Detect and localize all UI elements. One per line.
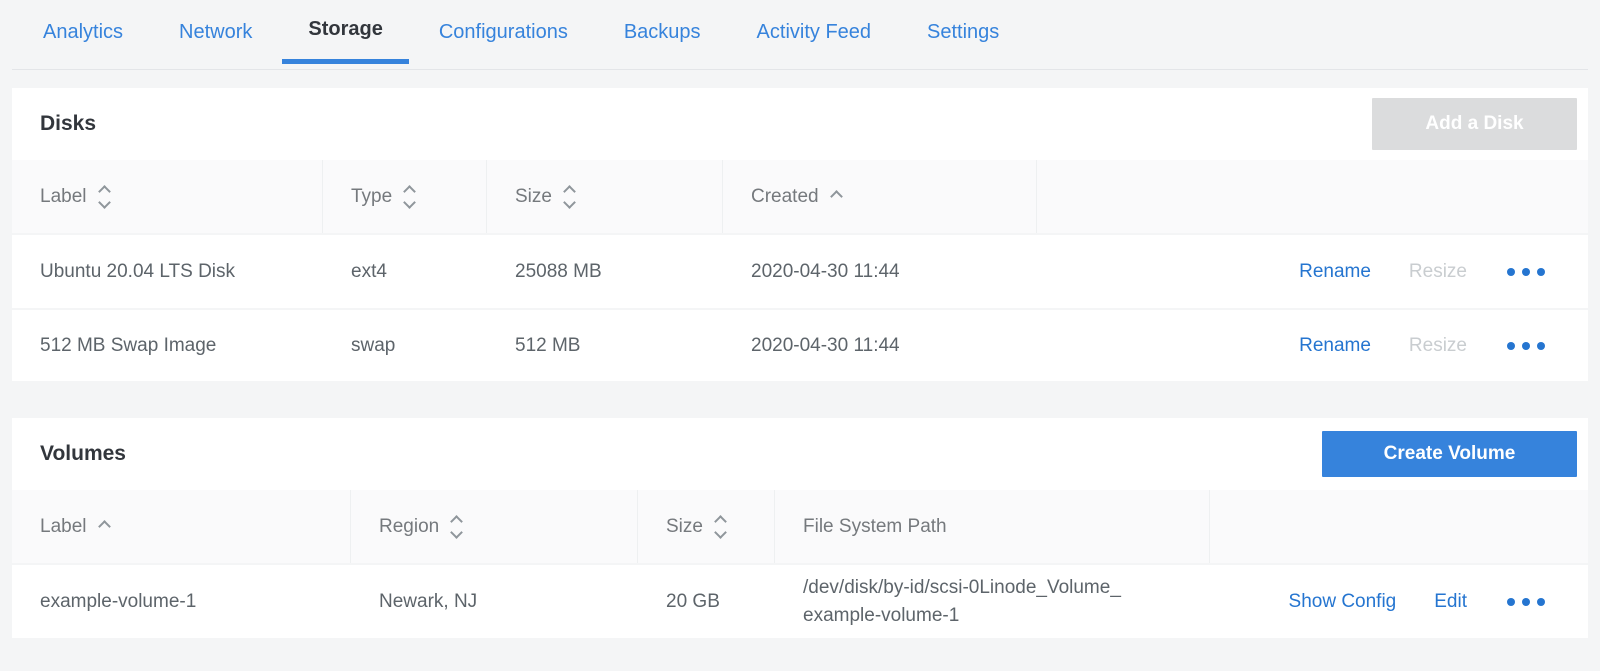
volume-region-cell: Newark, NJ — [351, 591, 638, 613]
disk-label-cell: 512 MB Swap Image — [12, 335, 323, 357]
volumes-column-region[interactable]: Region — [351, 490, 638, 563]
disks-column-actions — [1037, 160, 1588, 233]
chevron-up-icon — [100, 522, 109, 531]
resize-link[interactable]: Resize — [1409, 335, 1467, 357]
tab-storage[interactable]: Storage — [282, 0, 408, 64]
disk-actions-cell: Rename Resize — [1037, 335, 1588, 357]
volumes-table-header: Label Region Size File System Path — [12, 490, 1588, 565]
tab-configurations[interactable]: Configurations — [413, 0, 594, 64]
create-volume-button[interactable]: Create Volume — [1322, 431, 1577, 477]
column-label-text: Region — [379, 516, 439, 538]
disks-column-label[interactable]: Label — [12, 160, 323, 233]
volume-actions-cell: Show Config Edit — [1210, 591, 1588, 613]
disk-type-cell: swap — [323, 335, 487, 357]
column-label-text: Created — [751, 186, 819, 208]
resize-link[interactable]: Resize — [1409, 261, 1467, 283]
sort-chevrons-icon — [716, 517, 725, 537]
chevron-up-icon — [832, 192, 841, 201]
disks-title: Disks — [40, 112, 96, 136]
volume-size-cell: 20 GB — [638, 591, 775, 613]
disk-row: Ubuntu 20.04 LTS Disk ext4 25088 MB 2020… — [12, 235, 1588, 308]
disks-column-type[interactable]: Type — [323, 160, 487, 233]
tab-analytics[interactable]: Analytics — [17, 0, 149, 64]
sort-chevrons-icon — [452, 517, 461, 537]
disk-type-cell: ext4 — [323, 261, 487, 283]
column-label-text: Label — [40, 186, 87, 208]
volumes-column-path: File System Path — [775, 490, 1210, 563]
disks-section: Disks Add a Disk Label Type Size Created — [12, 88, 1588, 381]
disk-row: 512 MB Swap Image swap 512 MB 2020-04-30… — [12, 308, 1588, 381]
tab-bar: Analytics Network Storage Configurations… — [12, 0, 1588, 70]
volumes-section-header: Volumes Create Volume — [12, 418, 1588, 490]
disk-size-cell: 512 MB — [487, 335, 723, 357]
disks-section-header: Disks Add a Disk — [12, 88, 1588, 160]
volumes-column-label[interactable]: Label — [12, 490, 351, 563]
volume-label-cell: example-volume-1 — [12, 591, 351, 613]
column-label-text: Type — [351, 186, 392, 208]
column-label-text: File System Path — [803, 516, 947, 538]
more-actions-icon[interactable] — [1507, 342, 1545, 350]
sort-chevrons-icon — [405, 187, 414, 207]
disks-column-created[interactable]: Created — [723, 160, 1037, 233]
more-actions-icon[interactable] — [1507, 268, 1545, 276]
rename-link[interactable]: Rename — [1299, 261, 1371, 283]
disk-created-cell: 2020-04-30 11:44 — [723, 335, 1037, 357]
show-config-link[interactable]: Show Config — [1289, 591, 1397, 613]
sort-chevrons-icon — [100, 187, 109, 207]
disk-label-cell: Ubuntu 20.04 LTS Disk — [12, 261, 323, 283]
tab-backups[interactable]: Backups — [598, 0, 727, 64]
volumes-column-actions — [1210, 490, 1588, 563]
volumes-section: Volumes Create Volume Label Region Size … — [12, 418, 1588, 638]
disk-size-cell: 25088 MB — [487, 261, 723, 283]
disks-table-header: Label Type Size Created — [12, 160, 1588, 235]
column-label-text: Size — [515, 186, 552, 208]
column-label-text: Label — [40, 516, 87, 538]
column-label-text: Size — [666, 516, 703, 538]
disk-actions-cell: Rename Resize — [1037, 261, 1588, 283]
storage-panel: Disks Add a Disk Label Type Size Created — [12, 88, 1588, 638]
volumes-title: Volumes — [40, 442, 126, 466]
volume-row: example-volume-1 Newark, NJ 20 GB /dev/d… — [12, 565, 1588, 638]
sort-chevrons-icon — [565, 187, 574, 207]
disk-created-cell: 2020-04-30 11:44 — [723, 261, 1037, 283]
tab-network[interactable]: Network — [153, 0, 278, 64]
volumes-column-size[interactable]: Size — [638, 490, 775, 563]
rename-link[interactable]: Rename — [1299, 335, 1371, 357]
edit-link[interactable]: Edit — [1434, 591, 1467, 613]
tab-settings[interactable]: Settings — [901, 0, 1025, 64]
disks-column-size[interactable]: Size — [487, 160, 723, 233]
add-disk-button[interactable]: Add a Disk — [1372, 98, 1577, 150]
tab-activity-feed[interactable]: Activity Feed — [731, 0, 897, 64]
more-actions-icon[interactable] — [1507, 598, 1545, 606]
volume-path-cell: /dev/disk/by-id/scsi-0Linode_Volume_exam… — [775, 574, 1210, 629]
